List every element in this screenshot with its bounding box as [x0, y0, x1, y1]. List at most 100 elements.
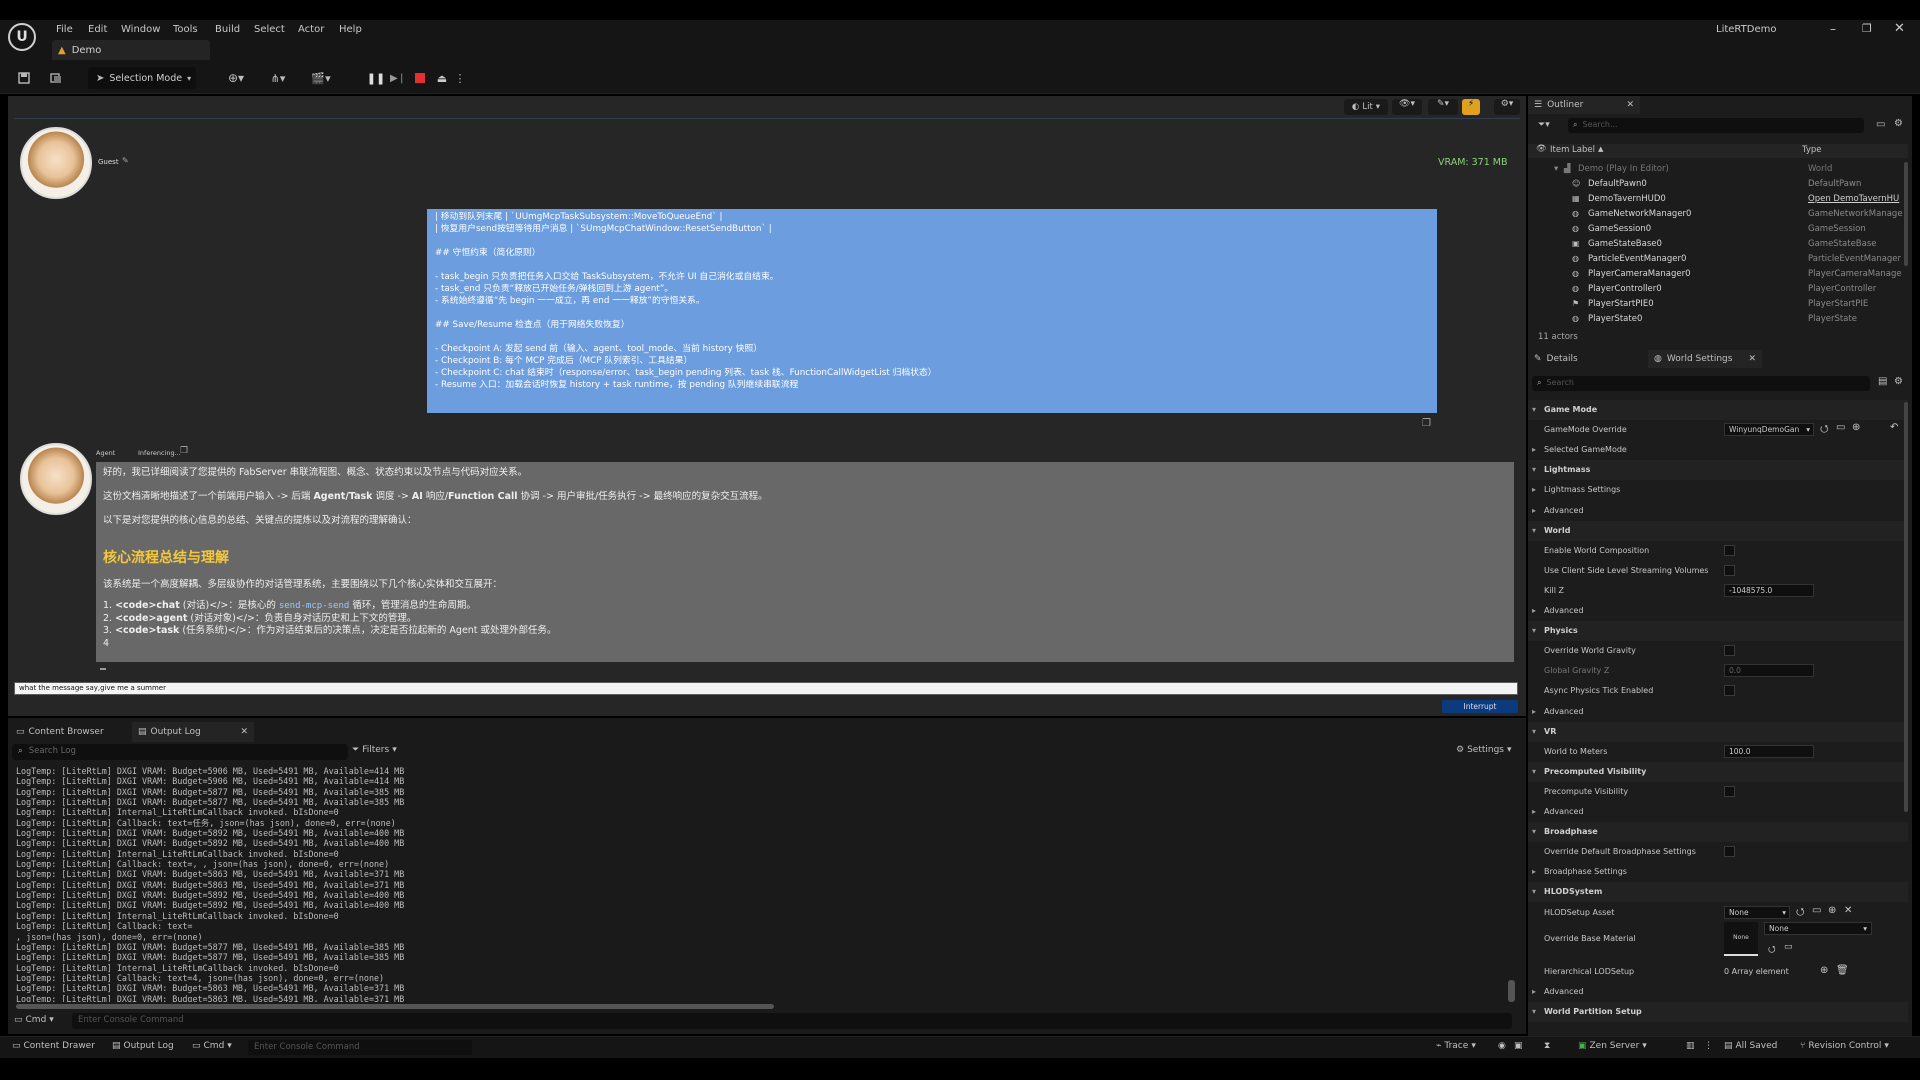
details-row[interactable]: ▸ Advanced [1528, 702, 1908, 722]
details-tab[interactable]: ✎ Details [1528, 350, 1640, 368]
outliner-settings-icon[interactable]: ⚙ [1894, 118, 1903, 129]
cmd-dropdown[interactable]: ▭ Cmd ▾ [14, 1015, 54, 1025]
viewport-settings-icon[interactable]: ⚙▾ [1494, 99, 1520, 115]
details-row[interactable]: ▸ Selected GameMode [1528, 440, 1908, 460]
outliner-item-type[interactable]: Open DemoTavernHU [1808, 194, 1899, 204]
copy-message-icon[interactable]: ❐ [1422, 418, 1431, 429]
trace-button[interactable]: ⌁ Trace ▾ [1436, 1041, 1476, 1051]
status-more-icon[interactable]: ⋮ [1704, 1041, 1713, 1051]
outliner-tab[interactable]: ☰ Outliner ✕ [1528, 96, 1640, 114]
world-settings-tab[interactable]: ◍ World Settings ✕ [1648, 350, 1762, 368]
add-folder-icon[interactable]: ▭ [1876, 119, 1885, 130]
revert-icon[interactable]: ↶ [1890, 422, 1898, 433]
menu-actor[interactable]: Actor [298, 24, 324, 35]
property-matrix-icon[interactable]: ▤ [1878, 376, 1887, 387]
restore-icon[interactable]: ❐ [1862, 22, 1872, 35]
value-dropdown[interactable]: None ▾ [1724, 905, 1790, 919]
more-options-icon[interactable]: ⋮ [454, 67, 466, 89]
reset-icon[interactable]: ⭯ [1820, 422, 1828, 439]
interrupt-button[interactable]: Interrupt [1442, 700, 1518, 713]
type-header[interactable]: Type [1802, 145, 1822, 155]
console-input[interactable]: Enter Console Command [72, 1013, 1512, 1029]
menu-select[interactable]: Select [254, 24, 285, 35]
cmd-button[interactable]: ▭ Cmd ▾ [192, 1041, 232, 1051]
details-row[interactable]: ▸ Advanced [1528, 802, 1908, 822]
details-row[interactable]: ▸ Lightmass Settings [1528, 480, 1908, 500]
details-category[interactable]: ▾ HLODSystem [1528, 882, 1908, 903]
log-horizontal-scrollbar[interactable] [16, 1004, 774, 1009]
details-row[interactable]: ▸ Advanced [1528, 501, 1908, 521]
checkbox[interactable] [1724, 685, 1735, 697]
record-icon[interactable]: ◉ [1498, 1041, 1506, 1051]
outliner-row[interactable]: ☺ DefaultPawn0 DefaultPawn [1528, 179, 1908, 194]
pause-icon[interactable]: ❚❚ [366, 67, 386, 89]
advanced-row[interactable]: ▸ Advanced [1528, 982, 1908, 1002]
view-mode-button[interactable]: ◐ Lit ▾ [1344, 99, 1388, 115]
browse-asset-icon[interactable]: ▭ [1812, 905, 1821, 916]
details-category[interactable]: ▾ Game Mode [1528, 400, 1908, 420]
add-icon[interactable]: ⊕ [1852, 422, 1860, 433]
close-tab-icon[interactable]: ✕ [240, 727, 248, 737]
selection-mode-dropdown[interactable]: ➤ Selection Mode ▾ [88, 67, 196, 89]
material-dropdown[interactable]: None ▾ [1764, 922, 1872, 935]
visibility-icon[interactable]: 👁 [1536, 144, 1547, 154]
close-icon[interactable]: ✕ [1894, 21, 1905, 36]
delete-icon[interactable]: 🗑 [1836, 965, 1849, 976]
save-icon[interactable] [14, 67, 34, 89]
game-viewport[interactable]: ◐ Lit ▾ 👁▾ ✎▾ ⚡ ⚙▾ Guest ✎ VRAM: 371 MB | … [8, 96, 1526, 716]
outliner-filter-icon[interactable]: ⏷▾ [1538, 120, 1550, 130]
outliner-row[interactable]: ◍ PlayerState0 PlayerState [1528, 314, 1908, 329]
details-category[interactable]: ▾ Precomputed Visibility [1528, 761, 1908, 782]
tab-content-browser[interactable]: ▭ Content Browser [10, 722, 110, 742]
value-field[interactable]: -1048575.0 [1724, 583, 1814, 597]
world-partition-category[interactable]: ▾ World Partition Setup [1528, 1002, 1908, 1022]
level-tab[interactable]: ▲ Demo [52, 40, 210, 60]
log-vertical-scrollbar[interactable] [1508, 980, 1515, 1002]
realtime-icon[interactable]: ⚡ [1462, 99, 1480, 115]
derived-data-icon[interactable]: ▥ [1686, 1041, 1695, 1051]
menu-window[interactable]: Window [121, 24, 160, 35]
outliner-row[interactable]: ▦ DemoTavernHUD0 Open DemoTavernHU [1528, 194, 1908, 209]
transform-button[interactable]: ✎▾ [1428, 99, 1458, 115]
browse-icon[interactable] [46, 67, 66, 89]
outliner-row[interactable]: ◍ PlayerController0 PlayerController [1528, 284, 1908, 299]
menu-build[interactable]: Build [215, 24, 240, 35]
edit-name-icon[interactable]: ✎ [122, 156, 129, 165]
zen-server-button[interactable]: ▣ Zen Server ▾ [1578, 1041, 1647, 1051]
details-row[interactable]: ▸ Broadphase Settings [1528, 862, 1908, 882]
log-search-input[interactable]: ⌕ Search Log [12, 744, 348, 760]
menu-file[interactable]: File [56, 24, 73, 35]
details-category[interactable]: ▾ Physics [1528, 621, 1908, 642]
checkbox[interactable] [1724, 645, 1735, 657]
add-icon[interactable]: ⊕ [1828, 905, 1836, 916]
revision-control-button[interactable]: ⑂ Revision Control ▾ [1800, 1041, 1889, 1051]
details-category[interactable]: ▾ Broadphase [1528, 822, 1908, 843]
details-row[interactable]: ▸ Advanced [1528, 601, 1908, 621]
status-console-input[interactable]: Enter Console Command [248, 1040, 472, 1055]
details-category[interactable]: ▾ VR [1528, 721, 1908, 742]
add-actor-icon[interactable]: ⊕▾ [222, 67, 250, 89]
clear-icon[interactable]: ✕ [1844, 905, 1852, 916]
browse-asset-icon[interactable]: ▭ [1784, 942, 1793, 952]
stop-icon[interactable] [410, 67, 430, 89]
close-tab-icon[interactable]: ✕ [1626, 100, 1634, 110]
filters-button[interactable]: ⏷ Filters ▾ [352, 745, 397, 755]
add-element-icon[interactable]: ⊕ [1820, 965, 1828, 976]
outliner-row[interactable]: ◍ ParticleEventManager0 ParticleEventManag… [1528, 254, 1908, 269]
details-category[interactable]: ▾ Lightmass [1528, 460, 1908, 481]
outliner-scrollbar[interactable] [1904, 162, 1908, 266]
details-category[interactable]: ▾ World [1528, 520, 1908, 541]
menu-help[interactable]: Help [339, 24, 362, 35]
details-settings-icon[interactable]: ⚙ [1894, 376, 1903, 387]
reset-icon[interactable]: ⭯ [1796, 905, 1804, 922]
value-field[interactable]: 100.0 [1724, 744, 1814, 758]
outliner-search-input[interactable]: ⌕ Search... [1568, 118, 1864, 133]
all-saved-button[interactable]: ▤ All Saved [1724, 1041, 1777, 1051]
checkbox[interactable] [1724, 564, 1735, 576]
item-label-header[interactable]: Item Label [1550, 145, 1595, 155]
step-icon[interactable]: ▶❘ [388, 67, 408, 89]
checkbox[interactable] [1724, 785, 1735, 797]
close-tab-icon[interactable]: ✕ [1748, 354, 1756, 364]
chat-input[interactable]: what the message say,give me a summer [14, 682, 1518, 695]
checkbox[interactable] [1724, 544, 1735, 556]
